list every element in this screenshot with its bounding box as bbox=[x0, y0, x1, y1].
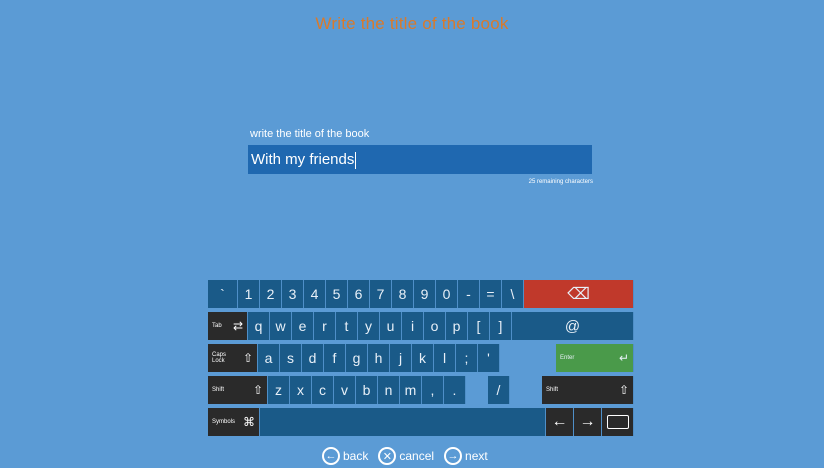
arrow-left-circle-icon: ← bbox=[322, 447, 340, 465]
key-quote[interactable]: ' bbox=[478, 344, 500, 372]
key-period[interactable]: . bbox=[444, 376, 466, 404]
key-h[interactable]: h bbox=[368, 344, 390, 372]
key-o[interactable]: o bbox=[424, 312, 446, 340]
key-5[interactable]: 5 bbox=[326, 280, 348, 308]
cancel-button[interactable]: ✕ cancel bbox=[378, 447, 434, 465]
right-arrow-key[interactable]: → bbox=[574, 408, 602, 436]
navigation-bar: ← back ✕ cancel → next bbox=[322, 445, 498, 467]
key-equals[interactable]: = bbox=[480, 280, 502, 308]
caps-arrow-icon: ⇧ bbox=[242, 351, 253, 365]
next-button[interactable]: → next bbox=[444, 447, 488, 465]
enter-key[interactable]: Enter ↵ bbox=[556, 344, 634, 372]
key-0[interactable]: 0 bbox=[436, 280, 458, 308]
tab-label: Tab bbox=[212, 323, 222, 329]
key-z[interactable]: z bbox=[268, 376, 290, 404]
key-u[interactable]: u bbox=[380, 312, 402, 340]
key-f[interactable]: f bbox=[324, 344, 346, 372]
tab-arrows-icon: ⇄ bbox=[232, 319, 243, 333]
key-close-bracket[interactable]: ] bbox=[490, 312, 512, 340]
key-comma[interactable]: , bbox=[422, 376, 444, 404]
left-shift-key[interactable]: Shift ⇧ bbox=[208, 376, 268, 404]
next-label: next bbox=[465, 449, 488, 463]
key-y[interactable]: y bbox=[358, 312, 380, 340]
x-circle-icon: ✕ bbox=[378, 447, 397, 465]
key-7[interactable]: 7 bbox=[370, 280, 392, 308]
key-w[interactable]: w bbox=[270, 312, 292, 340]
key-4[interactable]: 4 bbox=[304, 280, 326, 308]
back-label: back bbox=[343, 449, 369, 463]
shift-arrow-icon: ⇧ bbox=[252, 383, 263, 397]
key-t[interactable]: t bbox=[336, 312, 358, 340]
key-semicolon[interactable]: ; bbox=[456, 344, 478, 372]
backspace-key[interactable]: ⌫ bbox=[524, 280, 634, 308]
key-d[interactable]: d bbox=[302, 344, 324, 372]
key-3[interactable]: 3 bbox=[282, 280, 304, 308]
left-arrow-icon: ← bbox=[551, 413, 568, 430]
key-e[interactable]: e bbox=[292, 312, 314, 340]
page-title: Write the title of the book bbox=[315, 14, 509, 33]
key-slash[interactable]: / bbox=[488, 376, 510, 404]
key-b[interactable]: b bbox=[356, 376, 378, 404]
key-m[interactable]: m bbox=[400, 376, 422, 404]
enter-label: Enter bbox=[560, 355, 575, 361]
key-n[interactable]: n bbox=[378, 376, 400, 404]
command-icon: ⌘ bbox=[243, 415, 255, 429]
keyboard-toggle-key[interactable] bbox=[602, 408, 634, 436]
key-1[interactable]: 1 bbox=[238, 280, 260, 308]
symbols-key[interactable]: Symbols ⌘ bbox=[208, 408, 260, 436]
left-arrow-key[interactable]: ← bbox=[546, 408, 574, 436]
right-shift-key[interactable]: Shift ⇧ bbox=[542, 376, 634, 404]
key-x[interactable]: x bbox=[290, 376, 312, 404]
key-g[interactable]: g bbox=[346, 344, 368, 372]
key-backslash[interactable]: \ bbox=[502, 280, 524, 308]
key-2[interactable]: 2 bbox=[260, 280, 282, 308]
key-p[interactable]: p bbox=[446, 312, 468, 340]
symbols-label: Symbols bbox=[212, 419, 236, 425]
back-button[interactable]: ← back bbox=[322, 447, 368, 465]
caps-lock-key[interactable]: Caps Lock ⇧ bbox=[208, 344, 258, 372]
key-j[interactable]: j bbox=[390, 344, 412, 372]
spacebar[interactable] bbox=[260, 408, 546, 436]
key-k[interactable]: k bbox=[412, 344, 434, 372]
key-backtick[interactable]: ` bbox=[208, 280, 238, 308]
key-l[interactable]: l bbox=[434, 344, 456, 372]
key-open-bracket[interactable]: [ bbox=[468, 312, 490, 340]
field-label: write the title of the book bbox=[250, 128, 370, 140]
shift-label: Shift bbox=[546, 387, 559, 393]
remaining-characters: 25 remaining characters bbox=[528, 179, 593, 185]
tab-key[interactable]: Tab ⇄ bbox=[208, 312, 248, 340]
key-i[interactable]: i bbox=[402, 312, 424, 340]
key-s[interactable]: s bbox=[280, 344, 302, 372]
key-v[interactable]: v bbox=[334, 376, 356, 404]
enter-arrow-icon: ↵ bbox=[618, 351, 629, 365]
key-6[interactable]: 6 bbox=[348, 280, 370, 308]
caps-lock-label: Caps Lock bbox=[212, 352, 227, 364]
cancel-label: cancel bbox=[399, 449, 435, 463]
right-arrow-icon: → bbox=[579, 413, 596, 430]
input-value: With my friends bbox=[251, 151, 355, 168]
key-a[interactable]: a bbox=[258, 344, 280, 372]
keyboard-icon bbox=[606, 415, 629, 429]
shift-label: Shift bbox=[212, 387, 225, 393]
key-c[interactable]: c bbox=[312, 376, 334, 404]
text-cursor bbox=[355, 151, 357, 169]
key-q[interactable]: q bbox=[248, 312, 270, 340]
key-minus[interactable]: - bbox=[458, 280, 480, 308]
book-title-input[interactable]: With my friends bbox=[248, 145, 592, 174]
key-at[interactable]: @ bbox=[512, 312, 634, 340]
arrow-right-circle-icon: → bbox=[444, 447, 463, 465]
key-9[interactable]: 9 bbox=[414, 280, 436, 308]
key-r[interactable]: r bbox=[314, 312, 336, 340]
backspace-icon: ⌫ bbox=[567, 286, 590, 303]
key-8[interactable]: 8 bbox=[392, 280, 414, 308]
shift-arrow-icon: ⇧ bbox=[618, 383, 629, 397]
